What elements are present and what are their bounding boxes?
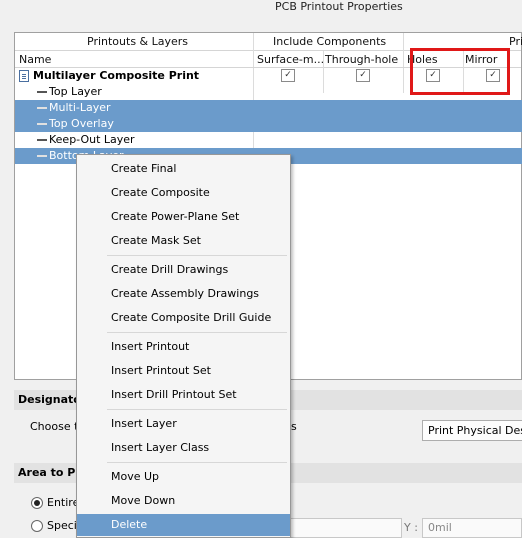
menu-item-create-drill-drawings[interactable]: Create Drill Drawings [77,259,290,281]
y-coordinate-field[interactable]: 0mil [422,518,522,538]
entire-sheet-label: Entire [47,496,80,509]
menu-item-delete[interactable]: Delete [77,514,290,536]
menu-item-create-final[interactable]: Create Final [77,158,290,180]
x-coordinate-field[interactable] [290,518,402,538]
layer-row[interactable]: Keep-Out Layer [15,132,521,148]
context-menu: Create Final Create Composite Create Pow… [76,154,291,538]
menu-separator [107,332,287,333]
menu-item-insert-layer[interactable]: Insert Layer [77,413,290,435]
group-header-include-components: Include Components [273,35,387,48]
menu-item-move-down[interactable]: Move Down [77,490,290,512]
specific-area-radio[interactable] [31,520,43,532]
layer-dash-icon [37,123,47,125]
group-header-printouts: Printouts & Layers [87,35,189,48]
y-label: Y : [404,521,418,534]
column-header-name[interactable]: Name [19,53,51,66]
row-label: Top Layer [49,85,102,98]
annotation-highlight-box [410,48,510,95]
group-header-print: Pri [509,35,522,48]
title-bar: PCB Printout Properties [0,0,522,17]
entire-sheet-radio[interactable] [31,497,43,509]
designator-dropdown[interactable]: Print Physical Desig [422,420,522,441]
menu-item-create-composite[interactable]: Create Composite [77,182,290,204]
menu-separator [107,462,287,463]
layer-dash-icon [37,139,47,141]
layer-dash-icon [37,155,47,157]
layer-dash-icon [37,107,47,109]
row-label: Keep-Out Layer [49,133,135,146]
through-hole-checkbox[interactable]: ✓ [356,69,370,82]
window-title: PCB Printout Properties [275,0,403,13]
column-header-surface-mount[interactable]: Surface-m... [257,53,324,66]
menu-item-move-up[interactable]: Move Up [77,466,290,488]
menu-item-insert-drill-printout-set[interactable]: Insert Drill Printout Set [77,384,290,406]
surface-mount-checkbox[interactable]: ✓ [281,69,295,82]
row-label: Multilayer Composite Print [33,69,200,82]
column-header-through-hole[interactable]: Through-hole [325,53,398,66]
menu-separator [107,255,287,256]
designator-choose-label: Choose t [30,420,79,433]
menu-separator [107,409,287,410]
layer-dash-icon [37,91,47,93]
menu-item-insert-printout-set[interactable]: Insert Printout Set [77,360,290,382]
layer-row[interactable]: Multi-Layer [15,100,522,116]
row-label: Top Overlay [49,117,114,130]
menu-item-create-mask-set[interactable]: Create Mask Set [77,230,290,252]
menu-item-insert-layer-class[interactable]: Insert Layer Class [77,437,290,459]
row-label: Multi-Layer [49,101,111,114]
menu-item-insert-printout[interactable]: Insert Printout [77,336,290,358]
menu-item-create-assembly-drawings[interactable]: Create Assembly Drawings [77,283,290,305]
document-icon [19,70,29,82]
layer-row[interactable]: Top Overlay [15,116,522,132]
menu-item-create-composite-drill-guide[interactable]: Create Composite Drill Guide [77,307,290,329]
menu-item-create-power-plane-set[interactable]: Create Power-Plane Set [77,206,290,228]
designator-suffix-label: s [291,420,297,433]
